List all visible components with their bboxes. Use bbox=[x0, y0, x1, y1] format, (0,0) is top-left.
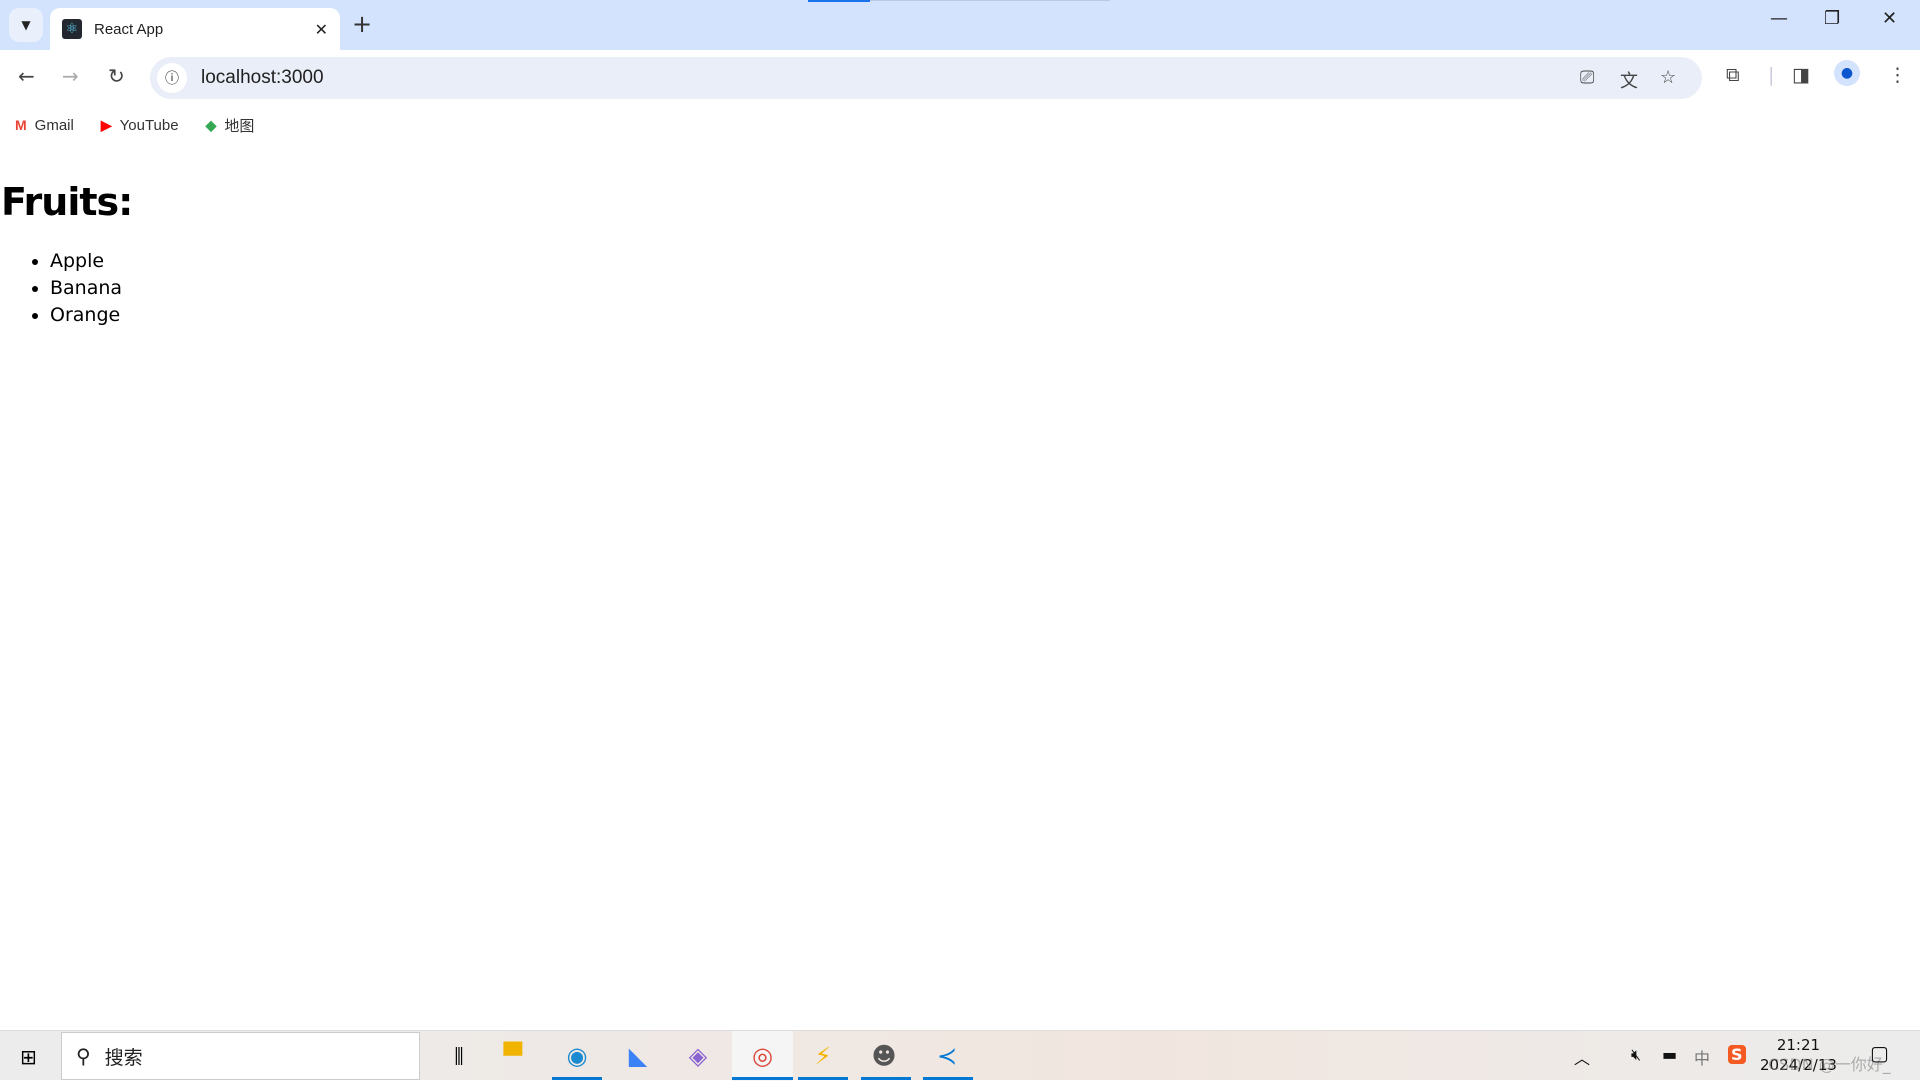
forward-icon[interactable]: → bbox=[62, 64, 79, 88]
menu-icon[interactable]: ⋮ bbox=[1888, 64, 1907, 86]
tab-react-app[interactable]: ⚛ React App ✕ bbox=[50, 8, 340, 50]
bookmark-label: 地图 bbox=[224, 117, 255, 135]
lightning-app-icon[interactable]: ⚡ bbox=[800, 1039, 846, 1073]
url-text[interactable]: localhost:3000 bbox=[201, 67, 324, 89]
site-info-icon[interactable]: ⓘ bbox=[157, 63, 187, 93]
list-item: Banana bbox=[50, 275, 132, 302]
ime-indicator[interactable]: 中 bbox=[1694, 1045, 1710, 1069]
translate-icon[interactable]: 文 bbox=[1620, 67, 1638, 93]
bookmark-maps[interactable]: ◆ 地图 bbox=[206, 115, 255, 136]
address-bar[interactable]: ⓘ localhost:3000 ⎚ 文 ☆ bbox=[150, 57, 1702, 99]
copilot-icon[interactable]: ◈ bbox=[675, 1039, 721, 1073]
youtube-icon: ▶ bbox=[100, 116, 112, 133]
extensions-icon[interactable]: ⧉ bbox=[1726, 64, 1740, 86]
maps-icon: ◆ bbox=[205, 116, 217, 133]
chevron-down-icon: ▼ bbox=[21, 18, 31, 32]
search-placeholder: 搜索 bbox=[104, 1046, 143, 1069]
bookmark-star-icon[interactable]: ☆ bbox=[1660, 67, 1676, 88]
react-icon: ⚛ bbox=[62, 19, 82, 39]
loading-track bbox=[870, 0, 1110, 1]
vscode-icon[interactable]: ≺ bbox=[924, 1039, 970, 1073]
page-title: Fruits: bbox=[1, 180, 133, 224]
loading-indicator bbox=[808, 0, 870, 2]
notifications-icon[interactable]: ▢ bbox=[1870, 1041, 1889, 1065]
taskbar: ⊞ ⚲ 搜索 ⫼ ▀ ◉ ◣ ◈ ◎ ⚡ ☻ ≺ ︿ 🔇︎ ▬ 中 S 21:21… bbox=[0, 1030, 1920, 1081]
list-item: Orange bbox=[50, 302, 132, 329]
feishu-icon[interactable]: ◣ bbox=[615, 1039, 661, 1073]
task-view-icon[interactable]: ⫼ bbox=[436, 1039, 482, 1073]
bookmark-label: YouTube bbox=[119, 116, 179, 134]
fruit-list: Apple Banana Orange bbox=[0, 248, 132, 329]
browser-toolbar: ← → ↻ ⓘ localhost:3000 ⎚ 文 ☆ ⧉ | ◨ ● ⋮ bbox=[0, 50, 1920, 106]
install-app-icon[interactable]: ⎚ bbox=[1580, 67, 1594, 88]
edge-icon[interactable]: ◉ bbox=[554, 1039, 600, 1073]
minimize-icon[interactable]: — bbox=[1770, 8, 1788, 29]
gmail-icon: M bbox=[15, 117, 27, 133]
user-app-icon[interactable]: ☻ bbox=[861, 1039, 907, 1073]
tab-title: React App bbox=[94, 20, 164, 38]
side-panel-icon[interactable]: ◨ bbox=[1792, 64, 1810, 86]
volume-muted-icon[interactable]: 🔇︎ bbox=[1631, 1045, 1641, 1065]
taskbar-search[interactable]: ⚲ 搜索 bbox=[61, 1032, 420, 1080]
bookmark-gmail[interactable]: M Gmail bbox=[15, 117, 74, 134]
bookmark-label: Gmail bbox=[34, 116, 74, 134]
battery-icon[interactable]: ▬ bbox=[1662, 1045, 1677, 1064]
bookmark-youtube[interactable]: ▶ YouTube bbox=[101, 117, 179, 134]
reload-icon[interactable]: ↻ bbox=[108, 64, 125, 88]
list-item: Apple bbox=[50, 248, 132, 275]
windows-start-icon[interactable]: ⊞ bbox=[20, 1045, 37, 1069]
toolbar-divider: | bbox=[1768, 64, 1775, 86]
sogou-ime-icon[interactable]: S bbox=[1728, 1045, 1746, 1064]
close-tab-icon[interactable]: ✕ bbox=[315, 20, 328, 39]
bookmarks-bar: M Gmail ▶ YouTube ◆ 地图 bbox=[0, 110, 266, 140]
tab-search-button[interactable]: ▼ bbox=[9, 8, 43, 42]
chrome-icon[interactable]: ◎ bbox=[732, 1031, 793, 1081]
show-hidden-icons-chevron-icon[interactable]: ︿ bbox=[1574, 1045, 1590, 1069]
file-explorer-icon[interactable]: ▀ bbox=[490, 1039, 536, 1073]
tab-strip: ▼ ⚛ React App ✕ + — ❐ ✕ bbox=[0, 0, 1920, 50]
close-window-icon[interactable]: ✕ bbox=[1882, 8, 1897, 29]
restore-icon[interactable]: ❐ bbox=[1824, 8, 1840, 29]
new-tab-button[interactable]: + bbox=[352, 10, 372, 38]
search-icon: ⚲ bbox=[76, 1044, 91, 1068]
back-icon[interactable]: ← bbox=[18, 64, 35, 88]
profile-avatar[interactable]: ● bbox=[1834, 60, 1860, 86]
page-content: Fruits: Apple Banana Orange bbox=[0, 180, 133, 329]
